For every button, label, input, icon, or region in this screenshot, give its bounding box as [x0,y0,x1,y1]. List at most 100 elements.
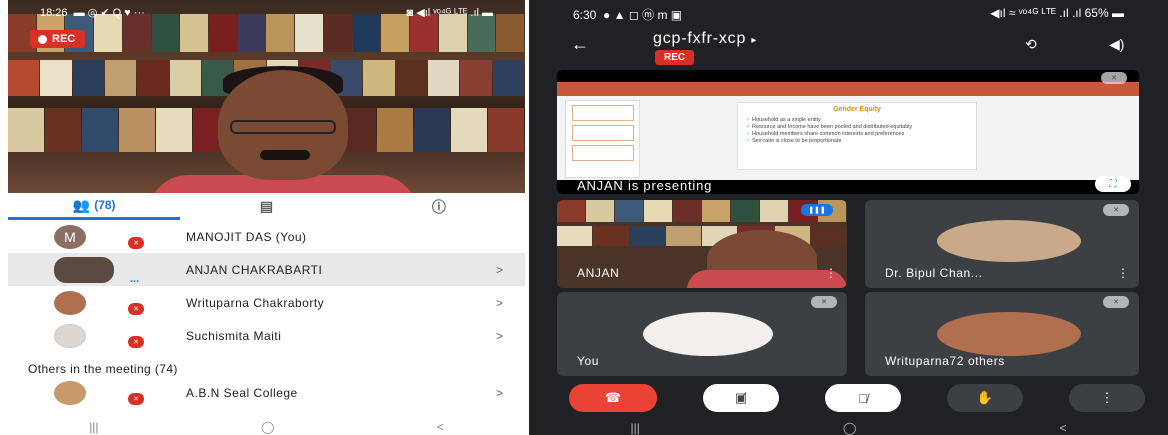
info-icon: ⓘ [431,198,446,215]
chevron-right-icon: > [495,385,503,400]
participant-name: Writuparna Chakraborty [186,295,325,310]
rec-label: REC [52,33,76,45]
slide-thumbnails [565,100,640,178]
presenting-label: ANJAN is presenting [577,178,713,193]
recording-badge: REC [655,50,695,65]
slide-bullet: Resource and Income have been pooled and… [746,124,968,131]
status-time: 18:26 [40,7,68,19]
avatar [643,312,773,356]
home-icon[interactable]: ◯ [843,421,856,435]
presenter-video [8,0,525,193]
slide-bullet: Household members share common interests… [746,131,968,138]
avatar [54,323,86,348]
status-time: 6:30 [573,8,597,22]
recents-icon[interactable]: ||| [89,420,98,435]
right-phone-screen: 6:30 ● ▲ ◻ ⓜ m ▣ ◀ıl ≈ ᵛᵒ⁴ᴳ ᴸᵀᴱ .ıl .ıl … [529,0,1168,435]
hand-icon: ✋ [976,390,994,405]
mic-off-icon: ✕ [128,303,144,315]
mic-off-icon: ✕ [128,393,144,405]
more-vert-icon: ⋮ [1100,390,1114,405]
tile-name: You [577,354,600,368]
record-dot-icon [38,34,47,44]
people-tab-bar: 👥 (78) ▤ ⓘ [8,193,525,220]
participant-tile[interactable]: ✕ Dr. Bipul Chan... ⋮ [865,200,1139,288]
speaker-icon[interactable]: ◀) [1109,36,1124,53]
status-notification-icons: ● ▲ ◻ ⓜ m ▣ [603,8,683,22]
call-controls: ☎ ▣̸ 🎙̸ ✋ ⋮ [529,382,1168,416]
avatar [937,220,1081,262]
fullscreen-icon[interactable]: ⛶ [1095,176,1131,192]
participant-row[interactable]: ✕ Writuparna Chakraborty > [8,286,525,319]
left-phone-screen: 18:26 ▬ ◎ ✔ Q ♥ ··· ◙ ◀ıl ᵛᵒ⁴ᴳ ᴸᵀᴱ .ıl ▬… [0,0,527,435]
status-bar: 6:30 ● ▲ ◻ ⓜ m ▣ ◀ıl ≈ ᵛᵒ⁴ᴳ ᴸᵀᴱ .ıl .ıl … [529,0,1168,22]
battery-icon: ▬ [1112,6,1124,20]
participant-list: M ✕ MANOJIT DAS (You) ... ANJAN CHAKRABA… [8,220,525,352]
back-icon[interactable]: < [1059,421,1066,435]
phone-hangup-icon: ☎ [604,390,622,405]
participant-row[interactable]: ✕ Suchismita Maiti > [8,319,525,352]
chat-icon: ▤ [259,198,274,214]
participant-tile[interactable]: ❚❚❚ ANJAN ⋮ [557,200,847,288]
android-nav-bar: ||| ◯ < [8,420,525,435]
slide-title: Gender Equity [833,106,881,113]
participant-tile[interactable]: ✕ You [557,292,847,376]
meeting-code[interactable]: gcp-fxfr-xcp ▸ [653,30,757,48]
android-nav-bar: ||| ◯ < [529,421,1168,435]
shared-screen: Gender Equity Household as a single enti… [557,82,1139,180]
people-count: (78) [94,198,116,212]
battery-level: 65% [1084,6,1109,20]
mic-off-icon: 🎙̸ [858,390,868,406]
ppt-ribbon [557,82,1139,96]
presentation-tile[interactable]: Gender Equity Household as a single enti… [557,70,1139,194]
tab-info[interactable]: ⓘ [353,193,525,220]
people-icon: 👥 [72,196,91,213]
avatar [54,380,86,405]
mic-off-icon: ✕ [1103,296,1129,308]
tile-name: ANJAN [577,266,620,280]
status-signal-icons: ◙ ◀ıl ᵛᵒ⁴ᴳ ᴸᵀᴱ .ıl ▬ [406,7,493,19]
mic-off-icon: ✕ [1103,204,1129,216]
meeting-header: ← gcp-fxfr-xcp ▸ REC ⟲ ◀) [529,26,1168,66]
more-vert-icon[interactable]: ⋮ [1117,266,1129,280]
participant-row[interactable]: ✕ A.B.N Seal College > [8,376,525,409]
presenter-person [148,66,418,193]
mic-off-icon: ✕ [128,336,144,348]
mic-off-button[interactable]: 🎙̸ [825,384,901,412]
tab-people[interactable]: 👥 (78) [8,193,181,220]
chevron-right-icon: > [495,295,503,310]
more-options-button[interactable]: ⋮ [1069,384,1145,412]
chevron-right-icon: > [495,328,503,343]
others-heading: Others in the meeting (74) [28,362,178,376]
chevron-right-icon: > [495,262,503,277]
avatar [54,256,114,283]
slide-content: Gender Equity Household as a single enti… [737,102,977,170]
back-icon[interactable]: < [437,420,444,435]
participant-row[interactable]: M ✕ MANOJIT DAS (You) [8,220,525,253]
participant-row[interactable]: ... ANJAN CHAKRABARTI > [8,253,525,286]
avatar [937,312,1081,356]
switch-camera-icon[interactable]: ⟲ [1025,36,1037,53]
tile-name: Dr. Bipul Chan... [885,266,983,280]
caret-right-icon: ▸ [751,35,758,46]
back-arrow-icon[interactable]: ← [571,34,589,55]
status-bar: 18:26 ▬ ◎ ✔ Q ♥ ··· ◙ ◀ıl ᵛᵒ⁴ᴳ ᴸᵀᴱ .ıl ▬ [8,0,525,20]
participant-tile[interactable]: ✕ Writuparna72 others [865,292,1139,376]
others-list: ✕ A.B.N Seal College > [8,376,525,409]
recents-icon[interactable]: ||| [631,421,640,435]
participant-name: Suchismita Maiti [186,328,282,343]
avatar: M [54,224,86,249]
raise-hand-button[interactable]: ✋ [947,384,1023,412]
tab-chat[interactable]: ▤ [180,193,352,220]
participant-name: ANJAN CHAKRABARTI [186,262,323,277]
end-call-button[interactable]: ☎ [569,384,657,412]
more-vert-icon[interactable]: ⋮ [825,266,837,280]
participant-name: A.B.N Seal College [186,385,298,400]
recording-badge: REC [30,30,86,48]
avatar [54,290,86,315]
camera-off-button[interactable]: ▣̸ [703,384,779,412]
speaking-indicator-icon: ... [130,273,140,285]
tile-name: Writuparna72 others [885,354,1005,368]
home-icon[interactable]: ◯ [261,420,274,435]
slide-bullet: Sex-ratio is close to be proportionate [746,138,968,145]
status-signal-icons: ◀ıl ≈ ᵛᵒ⁴ᴳ ᴸᵀᴱ .ıl .ıl [990,6,1082,20]
